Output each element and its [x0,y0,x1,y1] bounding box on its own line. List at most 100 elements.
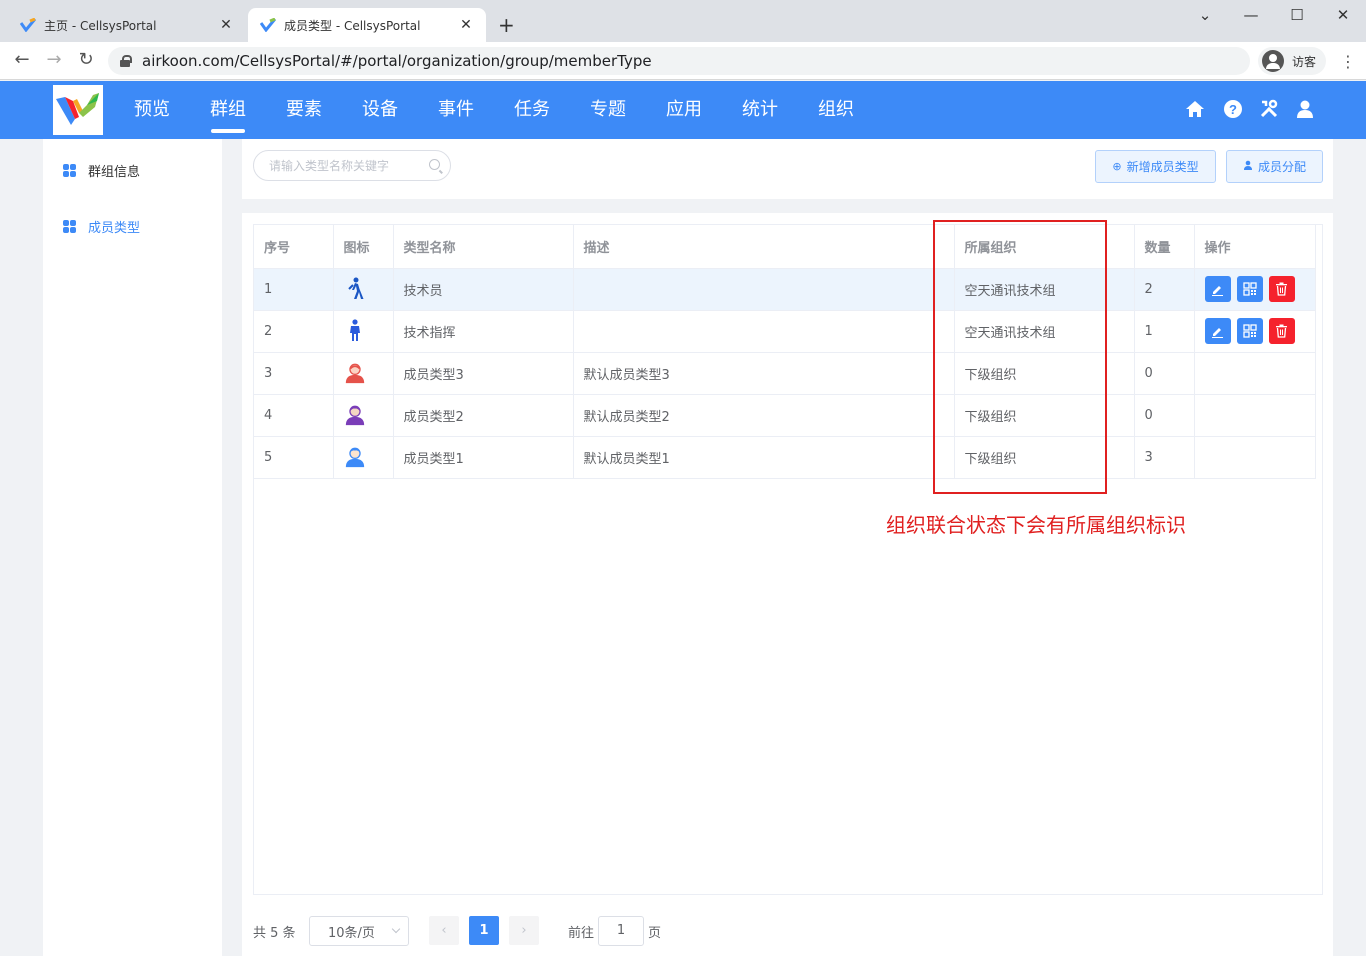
cell-ops [1194,268,1316,311]
cell-index: 5 [254,436,334,479]
table-row[interactable]: 1 技术员 空天通讯技术组 2 [254,268,1316,311]
cell-ops [1194,310,1316,353]
trash-icon [1276,282,1287,296]
cell-name: 技术指挥 [393,310,574,353]
cell-name: 成员类型2 [393,394,574,437]
cell-desc: 默认成员类型3 [573,352,955,395]
search-icon[interactable] [429,159,440,170]
table-row[interactable]: 4 成员类型2 默认成员类型2 下级组织 0 [254,394,1316,437]
reload-icon[interactable]: ↻ [74,50,98,70]
close-icon[interactable]: ✕ [218,17,234,33]
cell-desc: 默认成员类型1 [573,436,955,479]
back-icon[interactable]: ← [10,50,34,70]
qrcode-button[interactable] [1236,276,1263,302]
page-size-select[interactable]: 10条/页 [309,916,409,946]
column-header: 图标 [333,225,394,269]
maximize-icon[interactable]: ☐ [1274,6,1320,24]
edit-button[interactable] [1204,276,1231,302]
nav-item-devices[interactable]: 设备 [342,81,418,139]
nav-item-apps[interactable]: 应用 [646,81,722,139]
cell-name: 成员类型1 [393,436,574,479]
new-tab-button[interactable]: + [498,14,515,36]
person-icon [1243,160,1253,173]
forward-icon[interactable]: → [42,50,66,70]
add-member-type-label: 新增成员类型 [1126,160,1199,174]
profile-button[interactable]: 访客 [1258,47,1326,75]
delete-button[interactable] [1268,276,1295,302]
app-header: 预览 群组 要素 设备 事件 任务 专题 应用 统计 组织 ? [0,81,1366,139]
avatar-purple-icon [345,405,364,426]
page-number-button[interactable]: 1 [469,916,499,945]
walking-person-icon [347,277,363,299]
add-member-type-button[interactable]: ⊕ 新增成员类型 [1095,150,1216,183]
minimize-icon[interactable]: — [1228,6,1274,24]
cell-name: 成员类型3 [393,352,574,395]
cellsys-favicon-icon [19,17,37,33]
search-placeholder: 请输入类型名称关键字 [269,159,390,173]
nav-item-topics[interactable]: 专题 [570,81,646,139]
assign-members-button[interactable]: 成员分配 [1226,150,1323,183]
url-text: airkoon.com/CellsysPortal/#/portal/organ… [142,52,652,70]
cell-ops [1194,436,1316,479]
cell-name: 技术员 [393,268,574,311]
nav-item-tasks[interactable]: 任务 [494,81,570,139]
column-header: 操作 [1194,225,1316,269]
nav-item-stats[interactable]: 统计 [722,81,798,139]
delete-button[interactable] [1268,318,1295,344]
browser-tab-home[interactable]: 主页 - CellsysPortal ✕ [8,8,246,42]
edit-icon [1212,285,1223,296]
search-input[interactable]: 请输入类型名称关键字 [253,150,451,181]
browser-address-bar: ← → ↻ airkoon.com/CellsysPortal/#/portal… [0,42,1366,80]
help-icon[interactable]: ? [1222,99,1244,121]
sidebar-item-label: 成员类型 [88,221,141,236]
column-header: 数量 [1134,225,1195,269]
nav-item-events[interactable]: 事件 [418,81,494,139]
edit-button[interactable] [1204,318,1231,344]
user-icon[interactable] [1294,99,1316,121]
tools-icon[interactable] [1258,99,1280,121]
cell-count: 0 [1134,352,1195,395]
goto-page-input[interactable]: 1 [598,916,645,946]
cell-count: 1 [1134,310,1195,353]
avatar-blue-icon [345,447,364,468]
nav-item-elements[interactable]: 要素 [266,81,342,139]
nav-item-org[interactable]: 组织 [798,81,874,139]
cell-index: 2 [254,310,334,353]
pagination-total: 共 5 条 [253,916,296,946]
sidebar-item-member-type[interactable]: 成员类型 [63,217,140,236]
url-input[interactable]: airkoon.com/CellsysPortal/#/portal/organ… [108,47,1250,75]
cell-icon [333,310,394,353]
edit-icon [1212,327,1223,338]
grid-icon [63,220,76,233]
nav-item-preview[interactable]: 预览 [114,81,190,139]
app-logo[interactable] [53,85,103,135]
qrcode-button[interactable] [1236,318,1263,344]
table-row[interactable]: 5 成员类型1 默认成员类型1 下级组织 3 [254,436,1316,479]
cell-desc: 默认成员类型2 [573,394,955,437]
cell-ops [1194,394,1316,437]
toolbar: 请输入类型名称关键字 ⊕ 新增成员类型 成员分配 [242,139,1333,199]
lock-icon [120,55,132,67]
annotation-text: 组织联合状态下会有所属组织标识 [886,513,1186,537]
sidebar: 群组信息 成员类型 [43,139,222,956]
qrcode-icon [1242,282,1257,296]
browser-menu-icon[interactable]: ⋮ [1340,52,1356,71]
cell-icon [333,436,394,479]
nav-item-group[interactable]: 群组 [190,81,266,139]
table-row[interactable]: 2 技术指挥 空天通讯技术组 1 [254,310,1316,353]
sidebar-item-group-info[interactable]: 群组信息 [63,161,140,180]
plus-circle-icon: ⊕ [1112,160,1122,173]
window-close-icon[interactable]: ✕ [1320,6,1366,24]
table-row[interactable]: 3 成员类型3 默认成员类型3 下级组织 0 [254,352,1316,395]
chevron-down-icon[interactable]: ⌄ [1182,6,1228,24]
next-page-button[interactable]: › [509,916,539,945]
goto-page: 前往 1 页 [568,916,661,946]
browser-tab-member-type[interactable]: 成员类型 - CellsysPortal ✕ [248,8,486,42]
prev-page-button[interactable]: ‹ [429,916,459,945]
home-icon[interactable] [1184,99,1206,121]
cell-icon [333,352,394,395]
trash-icon [1276,324,1287,338]
grid-icon [63,164,76,177]
cell-icon [333,268,394,311]
close-icon[interactable]: ✕ [458,17,474,33]
